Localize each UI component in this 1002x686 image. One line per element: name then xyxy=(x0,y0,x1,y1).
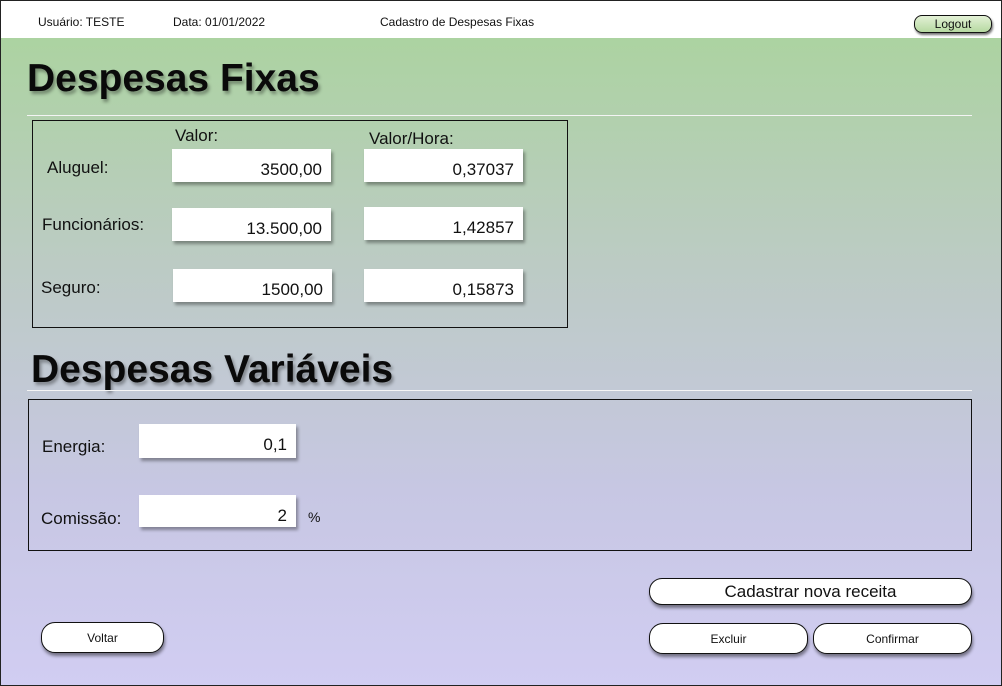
energy-label: Energia: xyxy=(42,437,106,456)
employees-value-input[interactable]: 13.500,00 xyxy=(172,208,331,241)
back-button[interactable]: Voltar xyxy=(41,622,164,653)
logout-button[interactable]: Logout xyxy=(914,15,992,33)
employees-hourly-field[interactable]: 1,42857 xyxy=(364,207,523,240)
commission-label: Comissão: xyxy=(41,509,122,528)
main-area: Despesas Fixas Valor: Valor/Hora: Alugue… xyxy=(1,38,1001,685)
commission-input[interactable]: 2 xyxy=(139,495,296,527)
delete-button[interactable]: Excluir xyxy=(649,623,808,654)
hourly-column-header: Valor/Hora: xyxy=(369,129,454,148)
value-column-header: Valor: xyxy=(175,126,219,145)
divider xyxy=(27,115,972,116)
insurance-label: Seguro: xyxy=(41,278,101,297)
percent-unit: % xyxy=(308,509,321,525)
fixed-expenses-heading: Despesas Fixas xyxy=(27,57,320,100)
rent-hourly-field[interactable]: 0,37037 xyxy=(364,149,523,182)
insurance-value-input[interactable]: 1500,00 xyxy=(173,269,332,302)
rent-label: Aluguel: xyxy=(47,158,109,177)
divider xyxy=(27,390,972,391)
top-bar: Usuário: TESTE Data: 01/01/2022 Cadastro… xyxy=(1,1,1001,38)
page-title: Cadastro de Despesas Fixas xyxy=(380,15,535,29)
rent-value-input[interactable]: 3500,00 xyxy=(172,149,331,182)
employees-label: Funcionários: xyxy=(42,215,145,234)
user-info: Usuário: TESTE xyxy=(38,15,125,29)
app-window: Usuário: TESTE Data: 01/01/2022 Cadastro… xyxy=(0,0,1002,686)
confirm-button[interactable]: Confirmar xyxy=(813,623,972,654)
insurance-hourly-field[interactable]: 0,15873 xyxy=(364,269,523,302)
variable-expenses-panel xyxy=(28,399,972,551)
date-info: Data: 01/01/2022 xyxy=(173,15,266,29)
variable-expenses-heading: Despesas Variáveis xyxy=(31,348,394,391)
energy-input[interactable]: 0,1 xyxy=(139,424,296,458)
new-recipe-button[interactable]: Cadastrar nova receita xyxy=(649,578,972,605)
